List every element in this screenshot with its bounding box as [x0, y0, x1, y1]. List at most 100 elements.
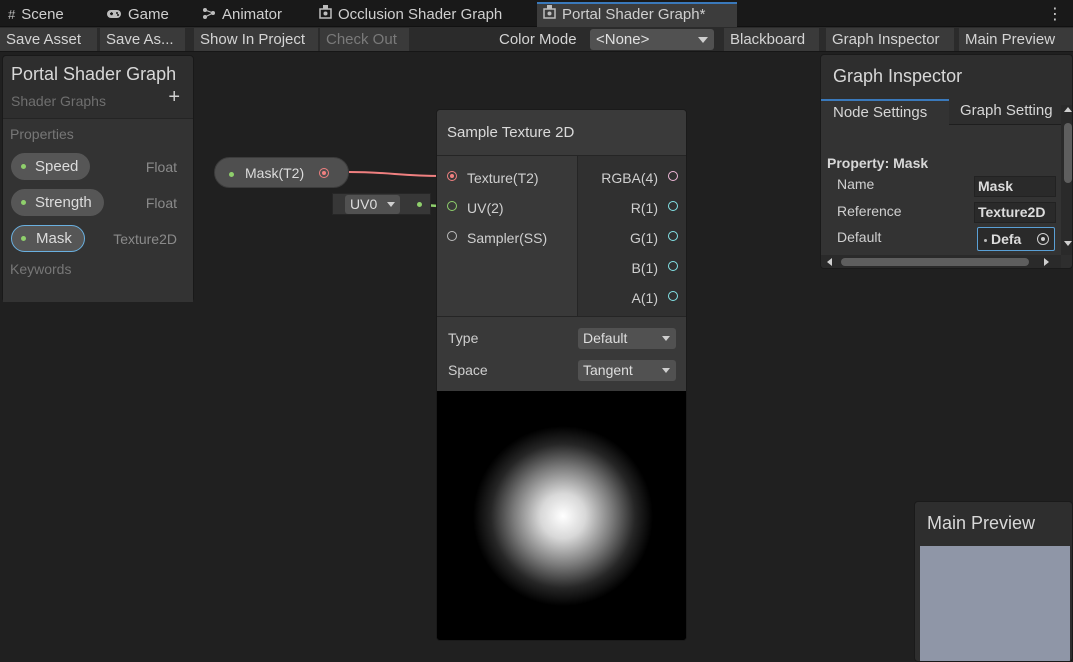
blackboard-title: Portal Shader Graph — [11, 64, 177, 84]
name-label: Name — [837, 176, 875, 192]
tab-label: Animator — [222, 6, 283, 23]
animator-icon — [202, 2, 216, 27]
name-field[interactable]: Mask — [974, 176, 1056, 197]
scroll-up-icon[interactable] — [1064, 107, 1072, 112]
more-options-icon[interactable]: ⋮ — [1047, 4, 1063, 24]
mask-property-node[interactable]: Mask(T2) — [214, 157, 349, 188]
graph-toolbar: Save Asset Save As... Show In Project Ch… — [0, 27, 1073, 52]
node-label: Mask(T2) — [245, 165, 305, 181]
default-label: Default — [837, 229, 882, 245]
tab-game[interactable]: Game — [100, 2, 192, 27]
blackboard-toggle-button[interactable]: Blackboard — [724, 28, 819, 51]
tab-label: Scene — [21, 6, 64, 23]
tab-node-settings[interactable]: Node Settings — [821, 99, 949, 125]
editor-tab-bar: # Scene Game Animator Occlusion Shader Gr… — [0, 0, 1073, 27]
input-slot-label: UV(2) — [467, 200, 504, 216]
type-dropdown[interactable]: Default — [578, 328, 676, 349]
output-port-r[interactable] — [668, 201, 678, 211]
space-label: Space — [448, 362, 488, 378]
tab-graph-settings[interactable]: Graph Setting — [960, 99, 1072, 125]
inspector-body: Property: Mask Name Mask Reference Textu… — [821, 125, 1061, 255]
chevron-down-icon — [662, 336, 670, 341]
type-label: Type — [448, 330, 479, 346]
output-slot-label: A(1) — [631, 290, 658, 306]
reference-field[interactable]: Texture2D — [974, 202, 1056, 223]
property-type: Float — [145, 195, 177, 211]
check-out-button[interactable]: Check Out — [320, 28, 409, 51]
node-preview — [437, 391, 686, 640]
property-dot-icon — [21, 236, 26, 241]
tab-scene[interactable]: # Scene — [2, 2, 100, 27]
output-port-b[interactable] — [668, 261, 678, 271]
output-slot-label: R(1) — [630, 200, 658, 216]
property-type: Texture2D — [113, 231, 177, 247]
main-preview-viewport[interactable] — [920, 546, 1070, 661]
color-mode-dropdown[interactable]: <None> — [590, 29, 714, 50]
grid-icon: # — [8, 7, 16, 22]
chevron-down-icon — [662, 368, 670, 373]
default-texture-field[interactable]: Defa — [977, 227, 1055, 251]
space-value: Tangent — [583, 362, 633, 378]
graph-inspector-toggle-button[interactable]: Graph Inspector — [826, 28, 954, 51]
property-name: Mask — [36, 230, 72, 247]
scroll-down-icon[interactable] — [1064, 241, 1072, 246]
reference-label: Reference — [837, 203, 902, 219]
output-port-g[interactable] — [668, 231, 678, 241]
inspector-tabs: Node Settings Graph Setting — [821, 99, 1072, 125]
node-settings: Type Default Space Tangent — [437, 316, 686, 391]
input-port-sampler[interactable] — [447, 231, 457, 241]
texture-dot-icon — [984, 238, 987, 242]
scroll-left-icon[interactable] — [827, 258, 832, 266]
property-pill-strength[interactable]: Strength — [11, 189, 104, 216]
graph-inspector-panel[interactable]: Graph Inspector Node Settings Graph Sett… — [820, 54, 1073, 269]
output-port-rgba[interactable] — [668, 171, 678, 181]
output-port-a[interactable] — [668, 291, 678, 301]
uv-default-input: UV0 — [332, 193, 431, 215]
output-port-texture[interactable] — [319, 168, 329, 178]
type-value: Default — [583, 330, 628, 346]
node-title: Sample Texture 2D — [437, 110, 686, 155]
save-as-button[interactable]: Save As... — [100, 28, 185, 51]
property-pill-mask[interactable]: Mask — [11, 225, 85, 252]
blackboard-subtitle: Shader Graphs — [11, 93, 106, 109]
scrollbar-thumb[interactable] — [1064, 123, 1072, 183]
main-preview-panel[interactable]: Main Preview — [914, 501, 1073, 662]
color-mode-value: <None> — [596, 31, 650, 48]
output-slot-label: B(1) — [631, 260, 658, 276]
uv-output-dot — [417, 202, 422, 207]
save-asset-button[interactable]: Save Asset — [0, 28, 97, 51]
shader-graph-icon — [543, 4, 556, 26]
tab-portal-shader-graph[interactable]: Portal Shader Graph* — [537, 2, 737, 27]
inspector-horizontal-scrollbar[interactable] — [821, 255, 1061, 268]
default-value: Defa — [991, 231, 1022, 247]
inspector-title: Graph Inspector — [833, 66, 963, 86]
color-mode-label: Color Mode — [499, 31, 577, 48]
space-dropdown[interactable]: Tangent — [578, 360, 676, 381]
main-preview-toggle-button[interactable]: Main Preview — [959, 28, 1073, 51]
show-in-project-button[interactable]: Show In Project — [194, 28, 318, 51]
shader-graph-icon — [319, 2, 332, 27]
scroll-right-icon[interactable] — [1044, 258, 1049, 266]
input-slot-label: Sampler(SS) — [467, 230, 548, 246]
gamepad-icon — [106, 2, 122, 27]
tab-animator[interactable]: Animator — [196, 2, 310, 27]
property-dot-icon — [21, 200, 26, 205]
add-property-button[interactable]: + — [168, 86, 180, 109]
object-picker-icon[interactable] — [1037, 233, 1049, 245]
input-slot-label: Texture(T2) — [467, 170, 539, 186]
property-dot-icon — [229, 172, 234, 177]
property-dot-icon — [21, 164, 26, 169]
inspector-vertical-scrollbar[interactable] — [1061, 105, 1072, 255]
uv-channel-dropdown[interactable]: UV0 — [345, 195, 400, 214]
scrollbar-thumb[interactable] — [841, 258, 1029, 266]
node-input-slots: Texture(T2) UV(2) Sampler(SS) — [437, 155, 577, 316]
tab-occlusion-shader-graph[interactable]: Occlusion Shader Graph — [313, 2, 533, 27]
keywords-section-label[interactable]: Keywords — [10, 261, 71, 277]
input-port-uv[interactable] — [447, 201, 457, 211]
tab-label: Game — [128, 6, 169, 23]
sample-texture-2d-node[interactable]: Sample Texture 2D Texture(T2) UV(2) Samp… — [436, 109, 687, 641]
property-pill-speed[interactable]: Speed — [11, 153, 91, 180]
texture-preview-image — [437, 391, 686, 640]
blackboard-panel[interactable]: Portal Shader Graph Shader Graphs + Prop… — [2, 55, 194, 302]
input-port-texture[interactable] — [447, 171, 457, 181]
